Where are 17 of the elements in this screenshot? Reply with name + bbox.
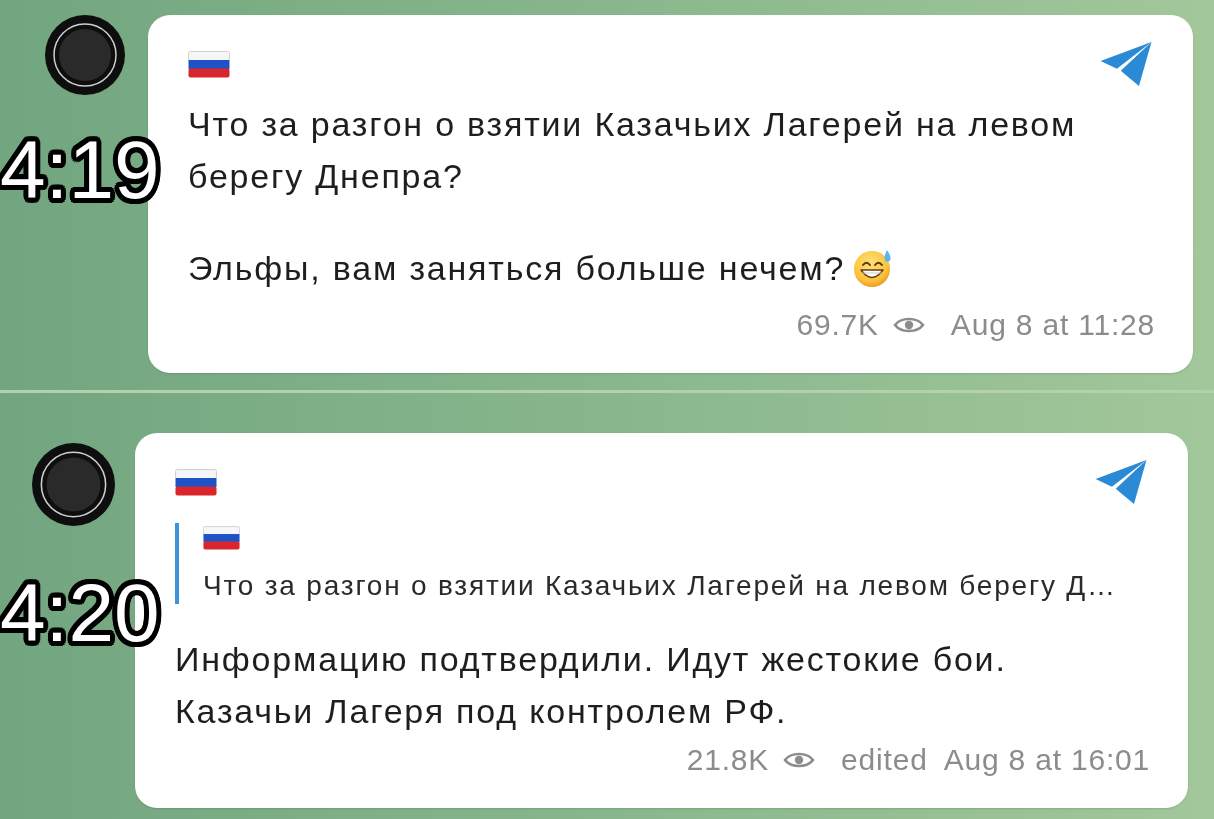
post-date: Aug 8 at 16:01 (943, 743, 1150, 777)
post-date: Aug 8 at 11:28 (950, 308, 1155, 342)
flag-icon (175, 468, 217, 496)
edited-label: edited (841, 743, 928, 777)
eye-icon (783, 750, 816, 770)
avatar-icon[interactable] (45, 15, 125, 95)
message-text: Эльфы, вам заняться больше нечем? (188, 249, 846, 287)
flag-icon (188, 50, 230, 78)
message-text: Информацию подтвердили. Идут жестокие бои. Казачьи Лагеря под контролем РФ. (175, 640, 1007, 730)
view-count: 69.7K (796, 308, 879, 342)
avatar-icon[interactable] (32, 443, 115, 526)
view-count: 21.8K (686, 743, 770, 777)
eye-icon (892, 315, 925, 335)
flag-icon (203, 526, 240, 550)
quoted-message-text: Что за разгон о взятии Казачьих Лагерей на левом берегу Д… (203, 569, 1118, 603)
message-text: Что за разгон о взятии Казачьих Лагерей на левом берегу Днепра? (188, 105, 1077, 195)
reply-quote[interactable]: Что за разгон о взятии Казачьих Лагерей на левом берегу Д… (175, 523, 1150, 604)
